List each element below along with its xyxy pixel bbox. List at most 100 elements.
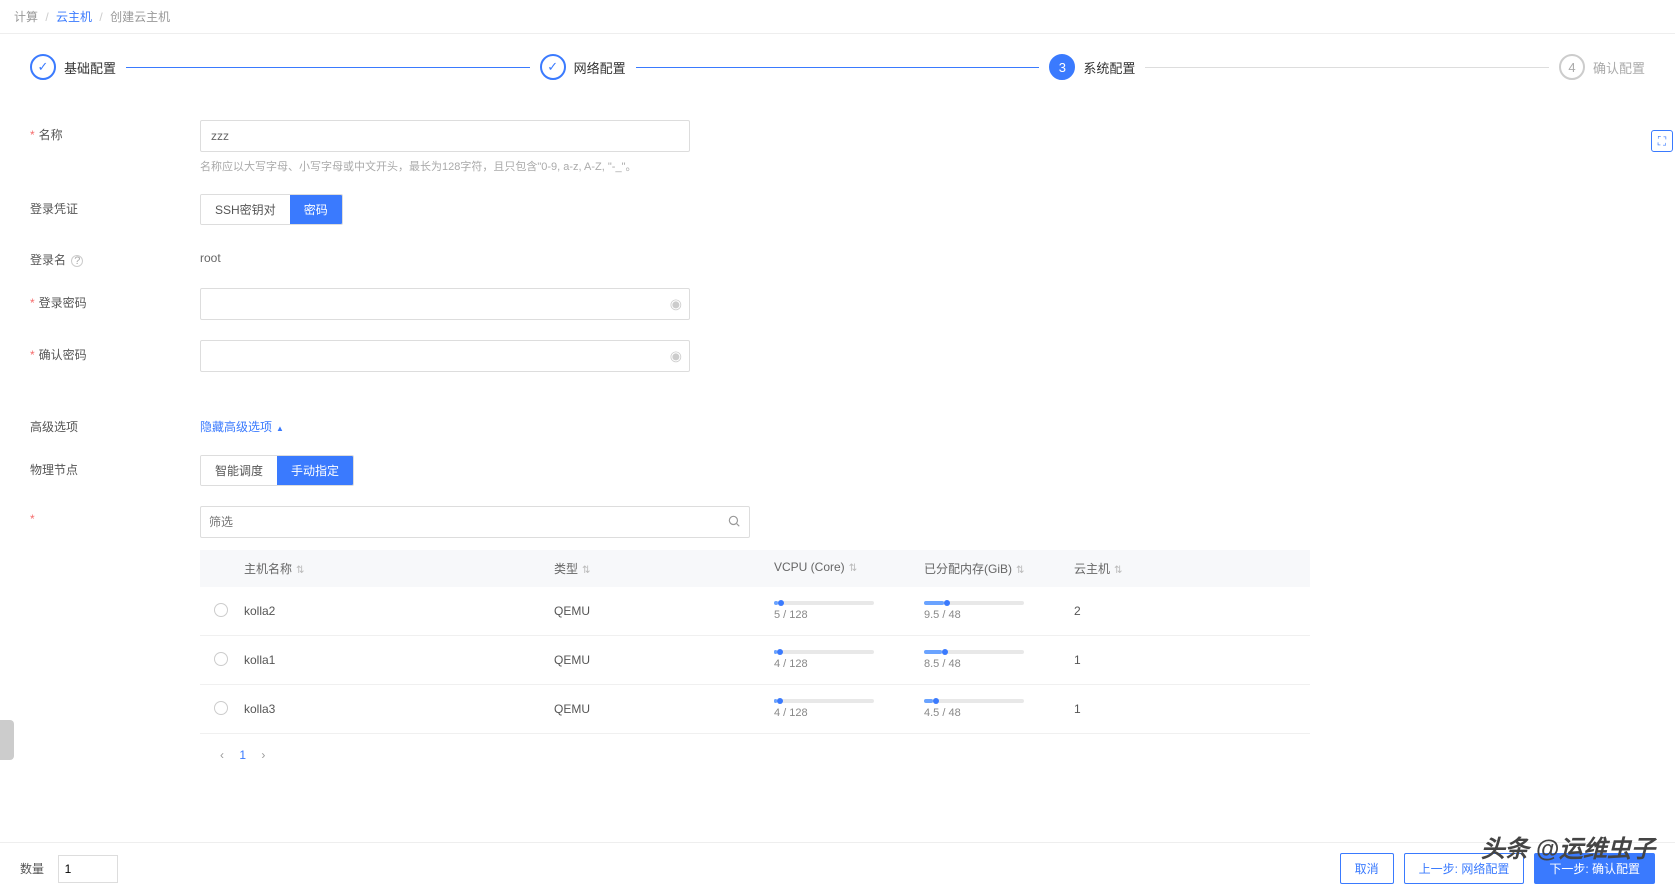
advanced-label: 高级选项 (30, 420, 78, 434)
sort-icon[interactable]: ⇅ (1114, 565, 1122, 576)
cell-type: QEMU (554, 702, 774, 716)
page-prev[interactable]: ‹ (220, 748, 224, 762)
check-icon (30, 54, 56, 80)
th-type[interactable]: 类型 (554, 562, 578, 576)
th-vm[interactable]: 云主机 (1074, 562, 1110, 576)
password-input[interactable] (200, 288, 690, 320)
step-confirm: 4 确认配置 (1559, 54, 1645, 80)
prev-step-button[interactable]: 上一步: 网络配置 (1404, 853, 1525, 884)
check-icon (540, 54, 566, 80)
radio-icon[interactable] (214, 701, 228, 715)
step-line (126, 67, 530, 68)
mem-value: 9.5 / 48 (924, 609, 1024, 621)
table-row[interactable]: kolla2QEMU5 / 1289.5 / 482 (200, 587, 1310, 636)
cell-name: kolla1 (244, 653, 554, 667)
mem-bar: 9.5 / 48 (924, 601, 1024, 621)
step-indicator: 基础配置 网络配置 3 系统配置 4 确认配置 (0, 34, 1675, 100)
help-icon[interactable]: ? (71, 255, 83, 267)
cell-name: kolla3 (244, 702, 554, 716)
fullscreen-icon[interactable]: ⛶ (1651, 130, 1673, 152)
step-network[interactable]: 网络配置 (540, 54, 626, 80)
required-mark: * (30, 348, 35, 362)
next-step-button[interactable]: 下一步: 确认配置 (1534, 853, 1655, 884)
breadcrumb-l1: 计算 (14, 10, 38, 24)
table-row[interactable]: kolla1QEMU4 / 1288.5 / 481 (200, 636, 1310, 685)
sort-icon[interactable]: ⇅ (582, 565, 590, 576)
side-drawer-handle[interactable] (0, 720, 14, 760)
host-table: 主机名称⇅ 类型⇅ VCPU (Core)⇅ 已分配内存(GiB)⇅ 云主机⇅ … (200, 550, 1310, 776)
breadcrumb-l2-link[interactable]: 云主机 (56, 10, 92, 24)
th-vcpu[interactable]: VCPU (Core) (774, 560, 845, 574)
required-mark: * (30, 512, 35, 526)
name-label: 名称 (39, 128, 63, 142)
manual-assign-button[interactable]: 手动指定 (277, 456, 353, 485)
filter-search-wrap[interactable] (200, 506, 750, 538)
name-help-text: 名称应以大写字母、小写字母或中文开头，最长为128字符，且只包含"0-9, a-… (200, 158, 690, 174)
page-next[interactable]: › (261, 748, 265, 762)
radio-icon[interactable] (214, 652, 228, 666)
hide-advanced-toggle[interactable]: 隐藏高级选项 (200, 412, 284, 435)
vcpu-value: 5 / 128 (774, 609, 874, 621)
mem-value: 8.5 / 48 (924, 658, 1024, 670)
confirm-password-label: 确认密码 (39, 348, 87, 362)
cell-vm: 1 (1074, 702, 1174, 716)
page-current[interactable]: 1 (239, 748, 246, 762)
cell-vm: 1 (1074, 653, 1174, 667)
vcpu-value: 4 / 128 (774, 658, 874, 670)
mem-bar: 8.5 / 48 (924, 650, 1024, 670)
hide-advanced-label: 隐藏高级选项 (200, 418, 272, 435)
form-body: * 名称 名称应以大写字母、小写字母或中文开头，最长为128字符，且只包含"0-9… (0, 100, 1675, 856)
mem-bar: 4.5 / 48 (924, 699, 1024, 719)
node-label: 物理节点 (30, 463, 78, 477)
vcpu-bar: 4 / 128 (774, 699, 874, 719)
required-mark: * (30, 296, 35, 310)
step-line (1145, 67, 1549, 68)
step-basic[interactable]: 基础配置 (30, 54, 116, 80)
cell-name: kolla2 (244, 604, 554, 618)
login-value: root (200, 245, 690, 265)
footer-bar: 数量 取消 上一步: 网络配置 下一步: 确认配置 (0, 842, 1675, 894)
name-input[interactable] (200, 120, 690, 152)
table-row[interactable]: kolla3QEMU4 / 128 4.5 / 48 1 (200, 685, 1310, 734)
auth-password-button[interactable]: 密码 (290, 195, 342, 224)
sort-icon[interactable]: ⇅ (296, 565, 304, 576)
th-mem[interactable]: 已分配内存(GiB) (924, 562, 1012, 576)
mem-value: 4.5 / 48 (924, 707, 1024, 719)
breadcrumb: 计算 / 云主机 / 创建云主机 (0, 0, 1675, 34)
step-label: 基础配置 (64, 58, 116, 77)
required-mark: * (30, 128, 35, 142)
login-label: 登录名 (30, 253, 66, 267)
cancel-button[interactable]: 取消 (1340, 853, 1394, 884)
sort-icon[interactable]: ⇅ (849, 563, 857, 574)
eye-off-icon[interactable]: ◉ (670, 348, 682, 365)
breadcrumb-sep: / (99, 10, 102, 24)
sort-icon[interactable]: ⇅ (1016, 565, 1024, 576)
step-line (636, 67, 1040, 68)
cell-vm: 2 (1074, 604, 1174, 618)
breadcrumb-l3: 创建云主机 (110, 10, 170, 24)
quantity-input[interactable] (58, 855, 118, 883)
step-number: 3 (1049, 54, 1075, 80)
radio-icon[interactable] (214, 603, 228, 617)
step-number: 4 (1559, 54, 1585, 80)
auth-toggle-group: SSH密钥对 密码 (200, 194, 343, 225)
vcpu-value: 4 / 128 (774, 707, 874, 719)
eye-off-icon[interactable]: ◉ (670, 296, 682, 313)
chevron-up-icon (276, 420, 284, 434)
smart-schedule-button[interactable]: 智能调度 (201, 456, 277, 485)
step-label: 确认配置 (1593, 58, 1645, 77)
search-icon[interactable] (727, 514, 741, 531)
breadcrumb-sep: / (45, 10, 48, 24)
vcpu-bar: 4 / 128 (774, 650, 874, 670)
th-name[interactable]: 主机名称 (244, 562, 292, 576)
pagination: ‹ 1 › (200, 734, 1310, 776)
step-system: 3 系统配置 (1049, 54, 1135, 80)
table-header: 主机名称 ⇅ 类型 ⇅ VCPU (Core) ⇅ 已分配内存(GiB) ⇅ 云主机 ⇅ (200, 550, 1310, 587)
quantity-label: 数量 (20, 862, 44, 876)
password-label: 登录密码 (39, 296, 87, 310)
filter-input[interactable] (209, 515, 727, 529)
confirm-password-input[interactable] (200, 340, 690, 372)
step-label: 系统配置 (1083, 58, 1135, 77)
auth-ssh-button[interactable]: SSH密钥对 (201, 195, 290, 224)
vcpu-bar: 5 / 128 (774, 601, 874, 621)
